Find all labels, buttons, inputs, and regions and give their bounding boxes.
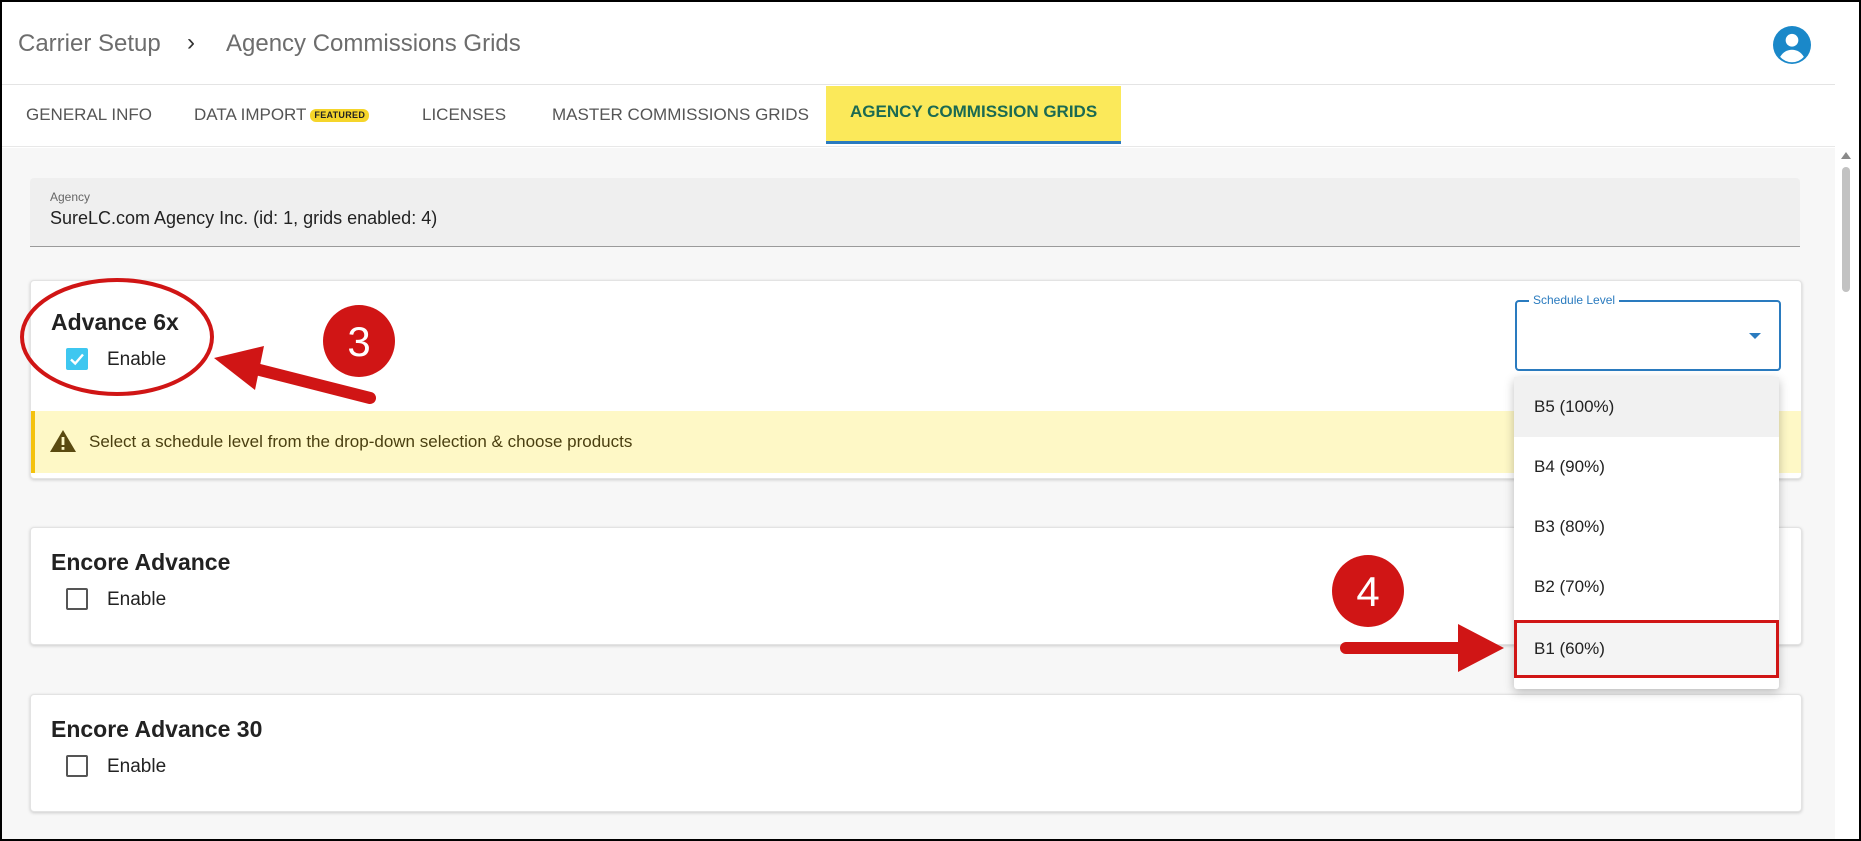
tutorial-annotations: 3 4 [20,278,1504,672]
annotation-step-4-text: 4 [1356,568,1379,615]
app-window: Carrier Setup › Agency Commissions Grids… [0,0,1861,841]
annotation-arrow-4 [1340,624,1504,672]
annotation-ellipse [20,278,214,396]
annotation-step-3-text: 3 [347,318,370,365]
